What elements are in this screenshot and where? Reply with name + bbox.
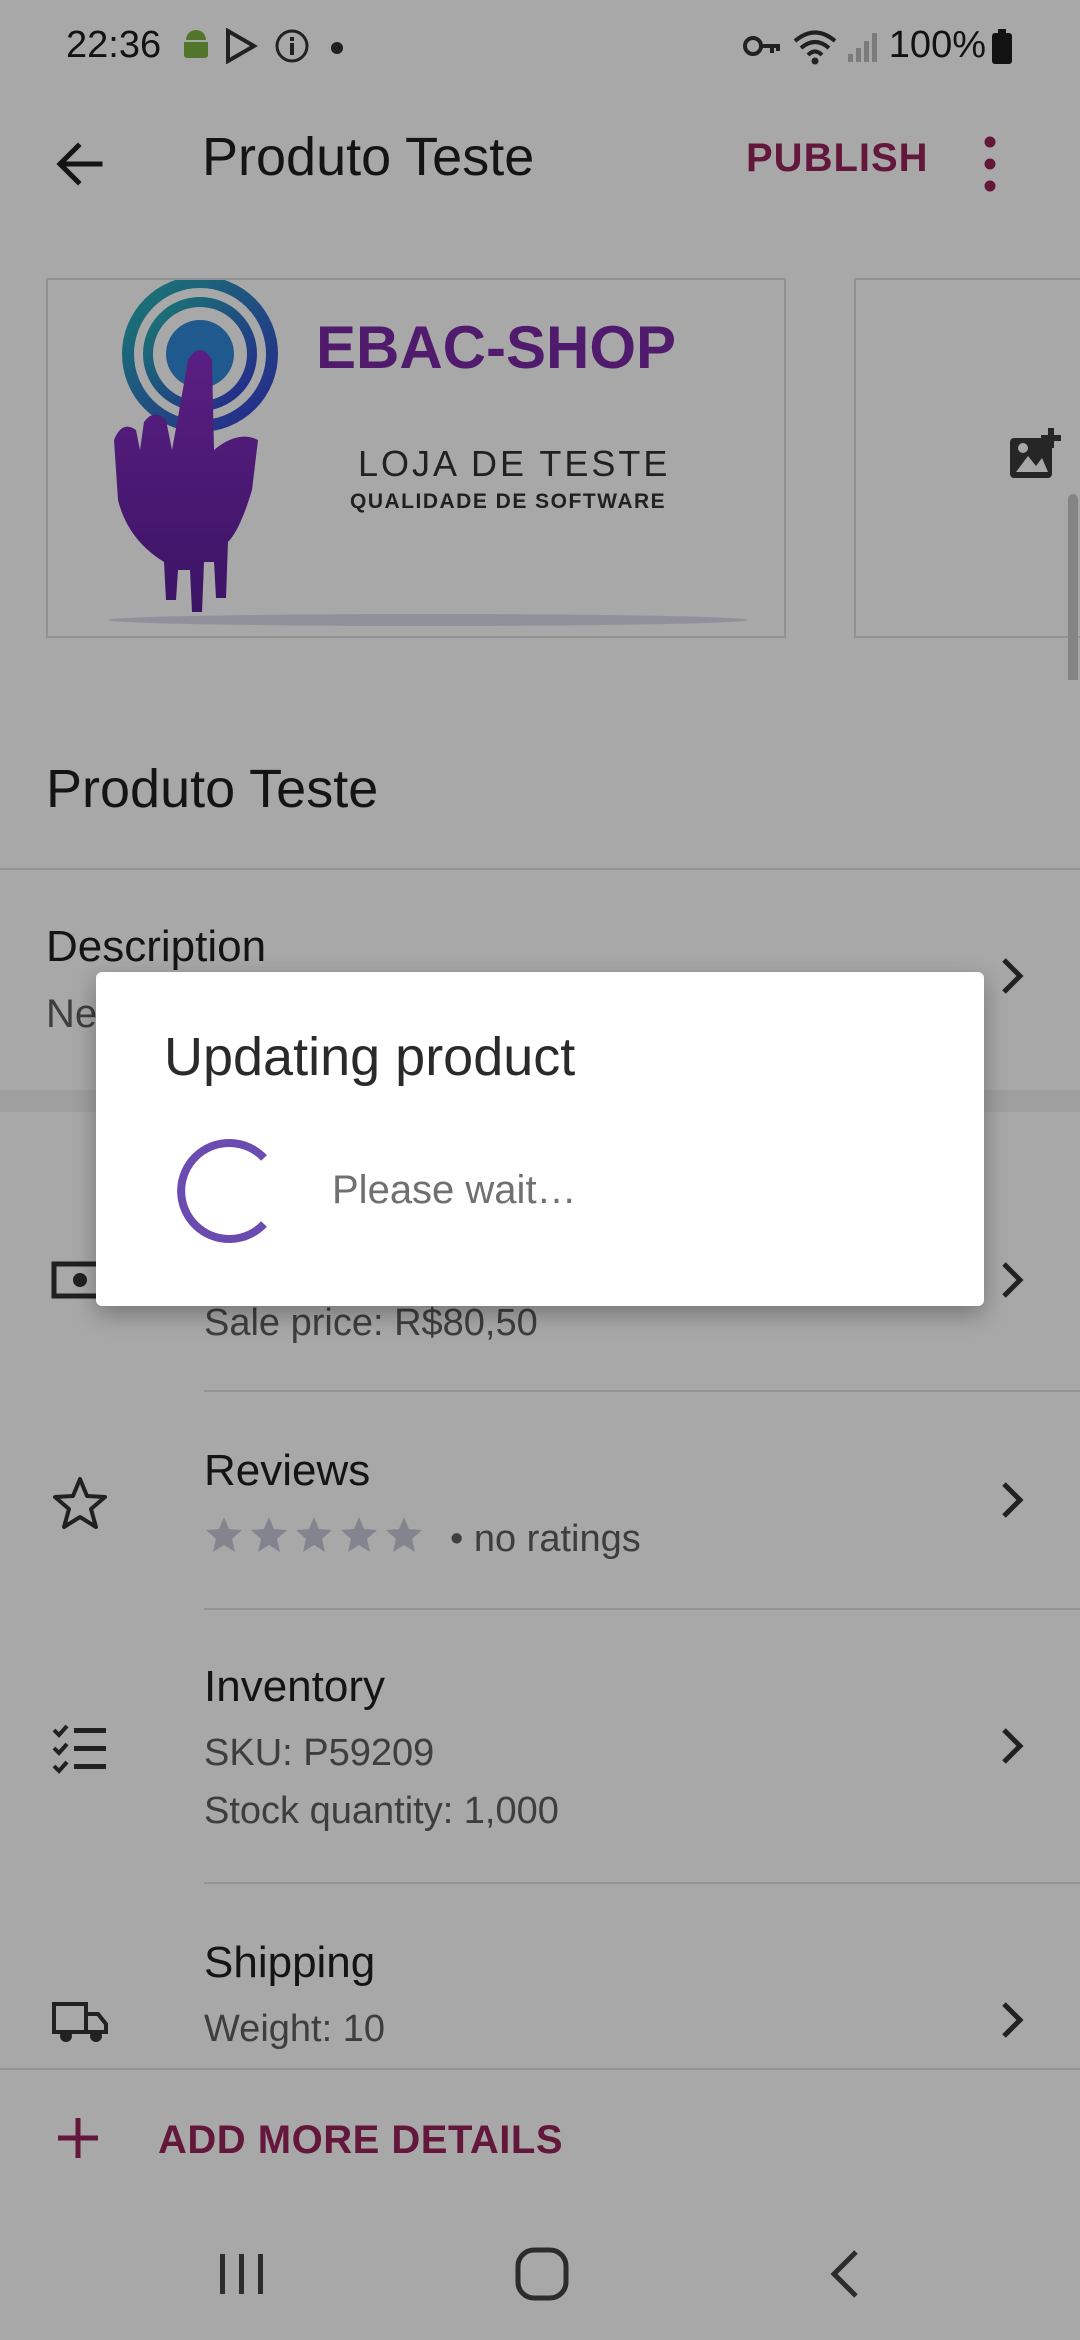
dialog-title: Updating product xyxy=(164,1027,576,1087)
loading-spinner xyxy=(177,1139,267,1243)
dialog-message: Please wait… xyxy=(332,1168,577,1212)
progress-dialog: Updating product Please wait… xyxy=(96,972,984,1306)
